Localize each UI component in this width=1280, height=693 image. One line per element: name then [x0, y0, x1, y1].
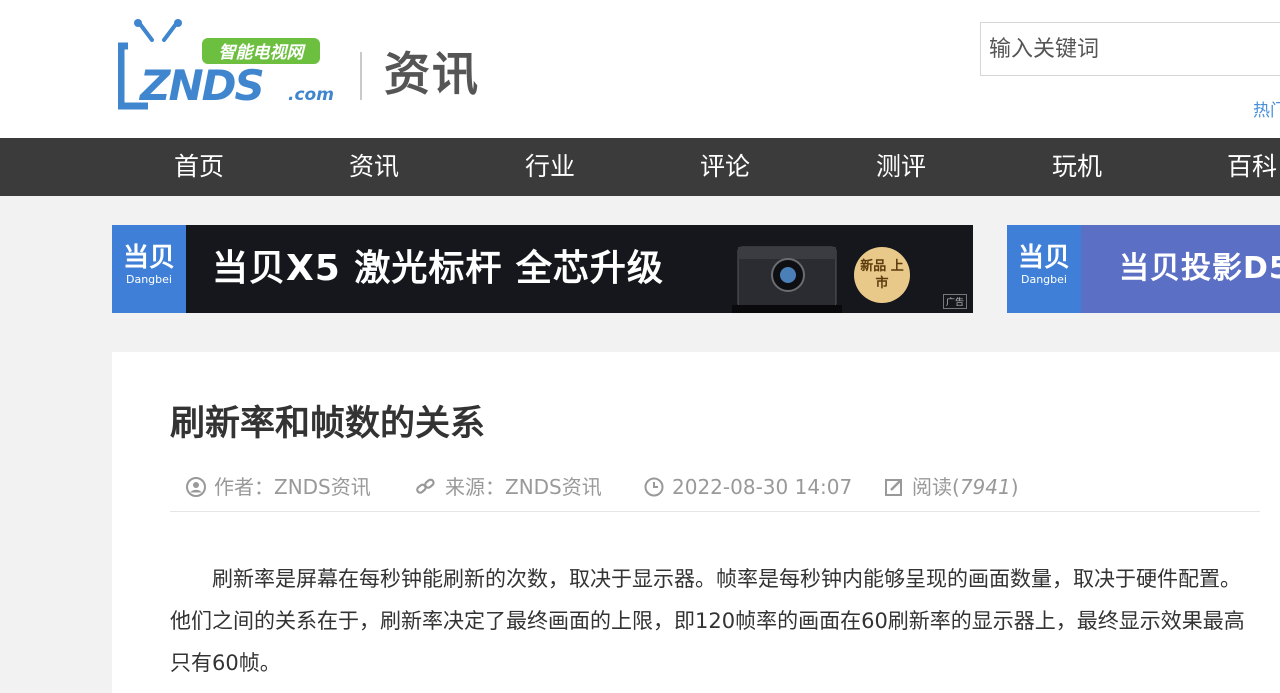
- search-input[interactable]: [981, 23, 1280, 75]
- link-icon: [416, 478, 435, 494]
- nav-item-news[interactable]: 资讯: [349, 138, 399, 196]
- reads-label: 阅读(: [912, 475, 960, 499]
- logo-brand: ZNDS: [138, 61, 263, 110]
- source-meta: 来源：ZNDS资讯: [415, 472, 602, 502]
- nav-item-review[interactable]: 测评: [876, 138, 926, 196]
- projector-image: [732, 246, 842, 313]
- hot-link[interactable]: 热门: [1253, 96, 1280, 121]
- article-datetime: 2022-08-30 14:07: [672, 475, 853, 499]
- ad-banner-dangbei-d5[interactable]: 当贝 Dangbei 当贝投影D5: [1007, 225, 1280, 313]
- nav-item-wiki[interactable]: 百科: [1227, 138, 1277, 196]
- dangbei-logo-en: Dangbei: [1021, 273, 1067, 286]
- nav-item-play[interactable]: 玩机: [1052, 138, 1102, 196]
- reads-close: ): [1010, 475, 1019, 499]
- banner-slogan: 当贝X5 激光标杆 全芯升级: [212, 248, 664, 289]
- logo-divider: [360, 52, 362, 100]
- nav-item-industry[interactable]: 行业: [525, 138, 575, 196]
- dangbei-logo: 当贝 Dangbei: [112, 225, 186, 313]
- section-title: 资讯: [384, 47, 480, 101]
- user-icon: [186, 477, 206, 497]
- dangbei-logo-cn: 当贝: [122, 243, 175, 273]
- dangbei-logo-en: Dangbei: [126, 273, 172, 286]
- znds-logo[interactable]: 智能电视网 ZNDS .com: [118, 18, 348, 114]
- dangbei-logo-cn: 当贝: [1017, 243, 1070, 273]
- reads-count: 7941: [959, 475, 1011, 499]
- reads-meta: 阅读(7941): [884, 472, 1019, 502]
- article-meta: 作者：ZNDS资讯 来源：ZNDS资讯 2022-08-30 14:07 阅读(…: [170, 472, 1260, 512]
- site-header: 智能电视网 ZNDS .com 资讯 热门: [0, 0, 1280, 138]
- main-nav: 首页 资讯 行业 评论 测评 玩机 百科: [0, 138, 1280, 196]
- ad-banner-dangbei-x5[interactable]: 当贝 Dangbei 当贝X5 激光标杆 全芯升级 新品 上市 广告: [112, 225, 973, 313]
- nav-item-home[interactable]: 首页: [174, 138, 224, 196]
- author-meta: 作者：ZNDS资讯: [186, 472, 371, 502]
- search-box: [980, 22, 1280, 76]
- article: 刷新率和帧数的关系 作者：ZNDS资讯 来源：ZNDS资讯 2022-08-30…: [112, 352, 1280, 693]
- banner-slogan: 当贝投影D5: [1119, 251, 1280, 286]
- logo-domain: .com: [288, 85, 334, 105]
- nav-item-comment[interactable]: 评论: [700, 138, 750, 196]
- source-label: 来源：ZNDS资讯: [445, 475, 602, 499]
- date-meta: 2022-08-30 14:07: [644, 472, 852, 502]
- ad-mark: 广告: [942, 294, 967, 309]
- article-paragraph: 刷新率是屏幕在每秒钟能刷新的次数，取决于显示器。帧率是每秒钟内能够呈现的画面数量…: [170, 567, 1245, 675]
- article-title: 刷新率和帧数的关系: [170, 404, 486, 444]
- new-product-badge: 新品 上市: [854, 247, 910, 303]
- clock-icon: [644, 477, 664, 497]
- logo-tagline: 智能电视网: [219, 43, 307, 63]
- author-label: 作者：ZNDS资讯: [214, 475, 371, 499]
- edit-icon: [885, 479, 902, 496]
- dangbei-logo: 当贝 Dangbei: [1007, 225, 1081, 313]
